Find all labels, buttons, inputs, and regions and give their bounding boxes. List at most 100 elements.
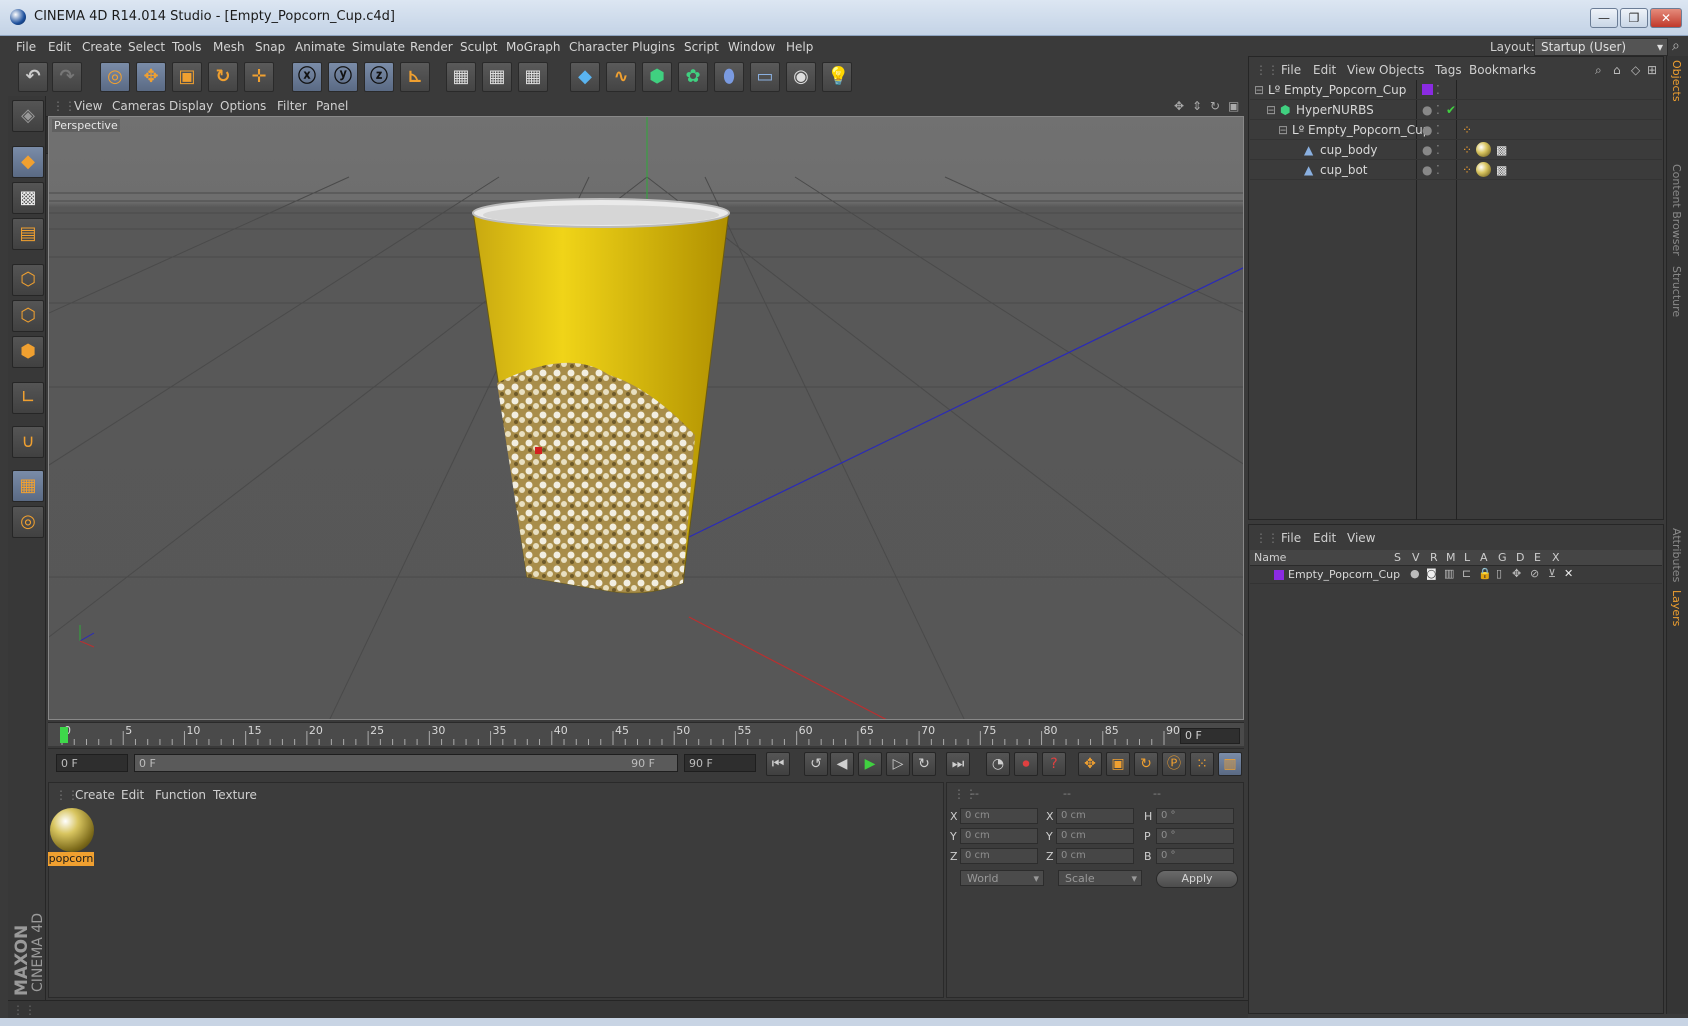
menu-file[interactable]: File (16, 40, 36, 54)
workplane-mode-button[interactable]: ▤ (12, 218, 44, 250)
layer-lock-icon[interactable]: 🔒 (1478, 567, 1492, 580)
object-menu-bookmarks[interactable]: Bookmarks (1469, 63, 1536, 77)
layer-visible-icon[interactable]: ◙ (1426, 567, 1437, 580)
scale-tool-button[interactable]: ▣ (172, 62, 202, 92)
layer-color-swatch[interactable] (1422, 84, 1433, 95)
menu-character[interactable]: Character (569, 40, 628, 54)
layer-row[interactable]: Empty_Popcorn_Cup ● ◙ ▥ ⊏ 🔒 ▯ ✥ ⊘ ⊻ ✕ (1250, 566, 1662, 584)
menu-snap[interactable]: Snap (255, 40, 285, 54)
layer-deformers-icon[interactable]: ⊘ (1530, 567, 1539, 580)
enabled-check-icon[interactable]: ✔ (1446, 103, 1456, 117)
viewport-menu-filter[interactable]: Filter (277, 99, 307, 113)
restore-button[interactable]: ❐ (1620, 8, 1648, 28)
tab-content-browser[interactable]: Content Browser (1670, 164, 1683, 256)
prev-key-button[interactable]: ↺ (804, 752, 828, 776)
start-frame-field[interactable]: 0 F (56, 754, 128, 772)
search-icon[interactable]: ⌕ (1672, 38, 1680, 54)
visibility-dots-icon[interactable]: ⁚ (1436, 123, 1440, 137)
material-thumbnail[interactable] (50, 808, 94, 852)
menu-sculpt[interactable]: Sculpt (460, 40, 497, 54)
home-icon[interactable]: ⌂ (1613, 63, 1621, 77)
layer-xref-icon[interactable]: ✕ (1564, 567, 1573, 580)
next-key-button[interactable]: ↻ (912, 752, 936, 776)
camera-button[interactable]: ◉ (786, 62, 816, 92)
menu-script[interactable]: Script (684, 40, 719, 54)
floor-button[interactable]: ▭ (750, 62, 780, 92)
object-menu-tags[interactable]: Tags (1435, 63, 1462, 77)
render-settings-button[interactable]: ▦ (518, 62, 548, 92)
undo-button[interactable]: ↶ (18, 62, 48, 92)
layer-animation-icon[interactable]: ▯ (1496, 567, 1502, 580)
visibility-dot-icon[interactable]: ● (1422, 143, 1432, 157)
menu-animate[interactable]: Animate (295, 40, 345, 54)
visibility-dot-icon[interactable]: ● (1422, 123, 1432, 137)
visibility-dot-icon[interactable]: ● (1422, 103, 1432, 117)
visibility-dots-icon[interactable]: ⁚ (1436, 103, 1440, 117)
layer-color-swatch[interactable] (1274, 570, 1284, 580)
viewport-maximize-icon[interactable]: ▣ (1228, 99, 1239, 113)
tab-structure[interactable]: Structure (1670, 266, 1683, 317)
playhead-marker[interactable] (60, 727, 68, 743)
phong-tag-icon[interactable]: ⁘ (1462, 163, 1472, 177)
menu-help[interactable]: Help (786, 40, 813, 54)
current-frame-field[interactable]: 0 F (1180, 728, 1240, 744)
pos-x-field[interactable]: 0 cm (960, 808, 1038, 824)
material-menu-function[interactable]: Function (155, 788, 206, 802)
size-mode-select[interactable]: Scale ▾ (1058, 870, 1142, 886)
menu-render[interactable]: Render (410, 40, 453, 54)
lock-workplane-button[interactable]: ▦ (12, 470, 44, 502)
key-position-button[interactable]: ✥ (1078, 752, 1102, 776)
size-y-field[interactable]: 0 cm (1056, 828, 1134, 844)
y-axis-button[interactable]: ⓨ (328, 62, 358, 92)
play-button[interactable]: ▶ (858, 752, 882, 776)
prev-frame-button[interactable]: ◀ (830, 752, 854, 776)
menu-tools[interactable]: Tools (172, 40, 202, 54)
z-axis-button[interactable]: ⓩ (364, 62, 394, 92)
recent-tool-button[interactable]: ✛ (244, 62, 274, 92)
menu-select[interactable]: Select (128, 40, 165, 54)
tab-layers[interactable]: Layers (1670, 590, 1683, 626)
frame-range-slider[interactable]: 0 F 90 F (134, 754, 678, 772)
minimize-button[interactable]: — (1590, 8, 1618, 28)
spline-button[interactable]: ∿ (606, 62, 636, 92)
edges-mode-button[interactable]: ⬡ (12, 300, 44, 332)
perspective-viewport[interactable]: Perspective (48, 116, 1244, 720)
render-picture-viewer-button[interactable]: ▦ (482, 62, 512, 92)
viewport-zoom-icon[interactable]: ⇕ (1192, 99, 1202, 113)
render-view-button[interactable]: ▦ (446, 62, 476, 92)
phong-tag-icon[interactable]: ⁘ (1462, 123, 1472, 137)
layout-select[interactable]: Startup (User) ▾ (1534, 38, 1668, 56)
object-row[interactable]: ⊟ Lº Empty_Popcorn_Cup ● ⁚ ⁘ (1250, 120, 1662, 140)
move-tool-button[interactable]: ✥ (136, 62, 166, 92)
visibility-dots-icon[interactable]: ⁚ (1436, 83, 1440, 97)
array-button[interactable]: ✿ (678, 62, 708, 92)
object-menu-edit[interactable]: Edit (1313, 63, 1336, 77)
light-button[interactable]: 💡 (822, 62, 852, 92)
size-z-field[interactable]: 0 cm (1056, 848, 1134, 864)
next-frame-button[interactable]: ▷ (886, 752, 910, 776)
end-frame-field[interactable]: 90 F (684, 754, 756, 772)
coordinate-system-button[interactable]: ⊾ (400, 62, 430, 92)
goto-start-button[interactable]: ⏮ (766, 752, 790, 776)
close-button[interactable]: ✕ (1650, 8, 1682, 28)
viewport-menu-view[interactable]: View (74, 99, 102, 113)
keyframe-selection-button[interactable]: ? (1042, 752, 1066, 776)
menu-create[interactable]: Create (82, 40, 122, 54)
timeline-window-button[interactable]: ▥ (1218, 752, 1242, 776)
model-mode-button[interactable]: ◆ (12, 146, 44, 178)
object-row[interactable]: ⊟ ⬢ HyperNURBS ● ⁚ ✔ (1250, 100, 1662, 120)
texture-mode-button[interactable]: ▩ (12, 182, 44, 214)
popcorn-cup-model[interactable] (472, 198, 730, 594)
layer-render-icon[interactable]: ▥ (1444, 567, 1454, 580)
timeline-ruler[interactable]: 051015202530354045505560657075808590 (48, 722, 1244, 746)
visibility-dots-icon[interactable]: ⁚ (1436, 143, 1440, 157)
layer-menu-view[interactable]: View (1347, 531, 1375, 545)
tab-attributes[interactable]: Attributes (1670, 528, 1683, 582)
coord-mode-select[interactable]: World ▾ (960, 870, 1044, 886)
record-active-button[interactable]: ◔ (986, 752, 1010, 776)
object-row[interactable]: ▲ cup_body ● ⁚ ⁘ ▩ (1250, 140, 1662, 160)
key-scale-button[interactable]: ▣ (1106, 752, 1130, 776)
material-name[interactable]: popcorn (48, 852, 94, 866)
uvw-tag-icon[interactable]: ▩ (1496, 143, 1507, 157)
x-axis-button[interactable]: ⓧ (292, 62, 322, 92)
